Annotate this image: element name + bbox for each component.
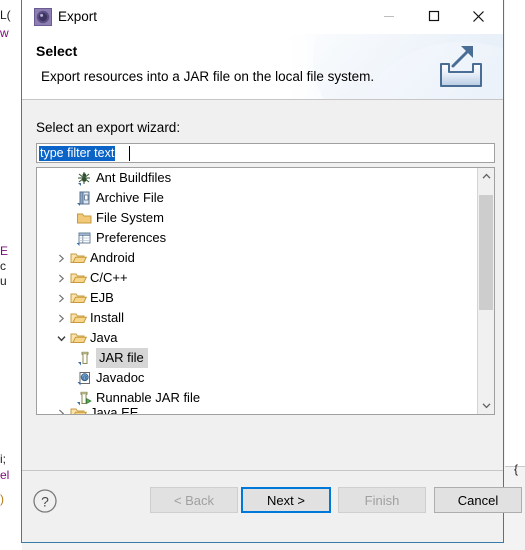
dialog-titlebar[interactable]: Export bbox=[22, 0, 503, 34]
tree-row[interactable]: EJB bbox=[37, 288, 477, 308]
chevron-right-icon[interactable] bbox=[53, 308, 69, 328]
tree-row[interactable]: Ant Buildfiles bbox=[37, 168, 477, 188]
background-text-fragment: L( bbox=[0, 8, 11, 22]
filter-input-value: type filter text bbox=[39, 146, 116, 161]
folder-open-icon bbox=[69, 309, 87, 327]
export-wizard-icon bbox=[34, 8, 52, 26]
background-text-fragment: E bbox=[0, 244, 9, 258]
cancel-button[interactable]: Cancel bbox=[434, 487, 522, 513]
chevron-right-icon[interactable] bbox=[53, 248, 69, 268]
javadoc-icon: @ bbox=[75, 369, 93, 387]
finish-button[interactable]: Finish bbox=[338, 487, 426, 513]
close-button[interactable] bbox=[456, 0, 501, 32]
chevron-down-icon[interactable] bbox=[53, 328, 69, 348]
svg-text:?: ? bbox=[41, 494, 49, 510]
help-icon[interactable]: ? bbox=[32, 488, 58, 514]
jar-icon bbox=[75, 349, 93, 367]
footer-separator bbox=[22, 470, 503, 471]
folder-open-icon bbox=[69, 408, 87, 414]
preferences-icon bbox=[75, 229, 93, 247]
tree-row-label: Ant Buildfiles bbox=[96, 170, 172, 185]
dialog-title: Export bbox=[58, 9, 98, 24]
tree-row[interactable]: C/C++ bbox=[37, 268, 477, 288]
header-description: Export resources into a JAR file on the … bbox=[41, 69, 375, 84]
background-text-fragment: el bbox=[0, 468, 10, 482]
tree-row-label: File System bbox=[96, 210, 164, 225]
tree-row-label: EJB bbox=[90, 290, 114, 305]
folder-open-icon bbox=[69, 329, 87, 347]
tree-row[interactable]: JAR file bbox=[37, 348, 477, 368]
minimize-button[interactable] bbox=[366, 0, 411, 32]
folder-open-icon bbox=[69, 289, 87, 307]
dialog-body: Select an export wizard: type filter tex… bbox=[22, 100, 503, 470]
tree-row-label: JAR file bbox=[96, 348, 148, 368]
tree-row[interactable]: Preferences bbox=[37, 228, 477, 248]
tree-row-label: Preferences bbox=[96, 230, 167, 245]
dialog-footer: ? < Back Next > Finish Cancel bbox=[22, 470, 522, 541]
background-text-fragment: ) bbox=[0, 492, 4, 506]
filter-input[interactable]: type filter text bbox=[36, 143, 495, 163]
tree-row-label: C/C++ bbox=[90, 270, 128, 285]
runnable-jar-icon bbox=[75, 389, 93, 407]
folder-open-icon bbox=[69, 269, 87, 287]
tree-row-label: Install bbox=[90, 310, 124, 325]
dialog-header: Select Export resources into a JAR file … bbox=[22, 34, 503, 100]
tree-scrollbar[interactable] bbox=[477, 168, 494, 414]
ant-icon bbox=[75, 169, 93, 187]
archive-icon bbox=[75, 189, 93, 207]
tree-row[interactable]: File System bbox=[37, 208, 477, 228]
tree-row[interactable]: Install bbox=[37, 308, 477, 328]
chevron-right-icon[interactable] bbox=[53, 288, 69, 308]
tree-row-label: Runnable JAR file bbox=[96, 390, 201, 405]
tree-row[interactable]: Android bbox=[37, 248, 477, 268]
tree-row-label: Java bbox=[90, 330, 118, 345]
background-text-fragment: u bbox=[0, 274, 7, 288]
folder-icon bbox=[75, 209, 93, 227]
export-wizard-tree[interactable]: Ant Buildfiles Archive File File System Pre… bbox=[36, 167, 495, 415]
background-text-fragment: i; bbox=[0, 452, 6, 466]
next-button[interactable]: Next > bbox=[241, 487, 331, 513]
tree-row[interactable]: @ Javadoc bbox=[37, 368, 477, 388]
text-caret bbox=[129, 146, 130, 161]
scroll-up-button[interactable] bbox=[478, 168, 494, 185]
tree-row[interactable]: Java bbox=[37, 328, 477, 348]
folder-open-icon bbox=[69, 249, 87, 267]
tree-rows: Ant Buildfiles Archive File File System Pre… bbox=[37, 168, 477, 414]
tree-row[interactable]: Archive File bbox=[37, 188, 477, 208]
scroll-down-button[interactable] bbox=[478, 397, 494, 414]
chevron-right-icon[interactable] bbox=[53, 268, 69, 288]
back-button[interactable]: < Back bbox=[150, 487, 238, 513]
select-wizard-label: Select an export wizard: bbox=[36, 120, 181, 135]
tree-row-label: Archive File bbox=[96, 190, 164, 205]
tree-row-label: Android bbox=[90, 250, 135, 265]
scrollbar-thumb[interactable] bbox=[479, 195, 493, 310]
background-text-fragment: c bbox=[0, 259, 6, 273]
tree-row-label: Javadoc bbox=[96, 370, 145, 385]
header-title: Select bbox=[36, 43, 78, 59]
maximize-button[interactable] bbox=[411, 0, 456, 32]
export-tray-arrow-icon bbox=[435, 42, 487, 92]
export-dialog: Export Select Export resources into a JA… bbox=[21, 0, 522, 543]
chevron-right-icon[interactable] bbox=[53, 408, 69, 414]
tree-row[interactable]: Runnable JAR file bbox=[37, 388, 477, 408]
background-text-fragment: { bbox=[514, 462, 519, 476]
svg-text:@: @ bbox=[81, 375, 86, 381]
tree-row[interactable]: Java EE bbox=[37, 408, 477, 414]
background-text-fragment: w bbox=[0, 26, 9, 40]
tree-row-label: Java EE bbox=[90, 408, 142, 414]
